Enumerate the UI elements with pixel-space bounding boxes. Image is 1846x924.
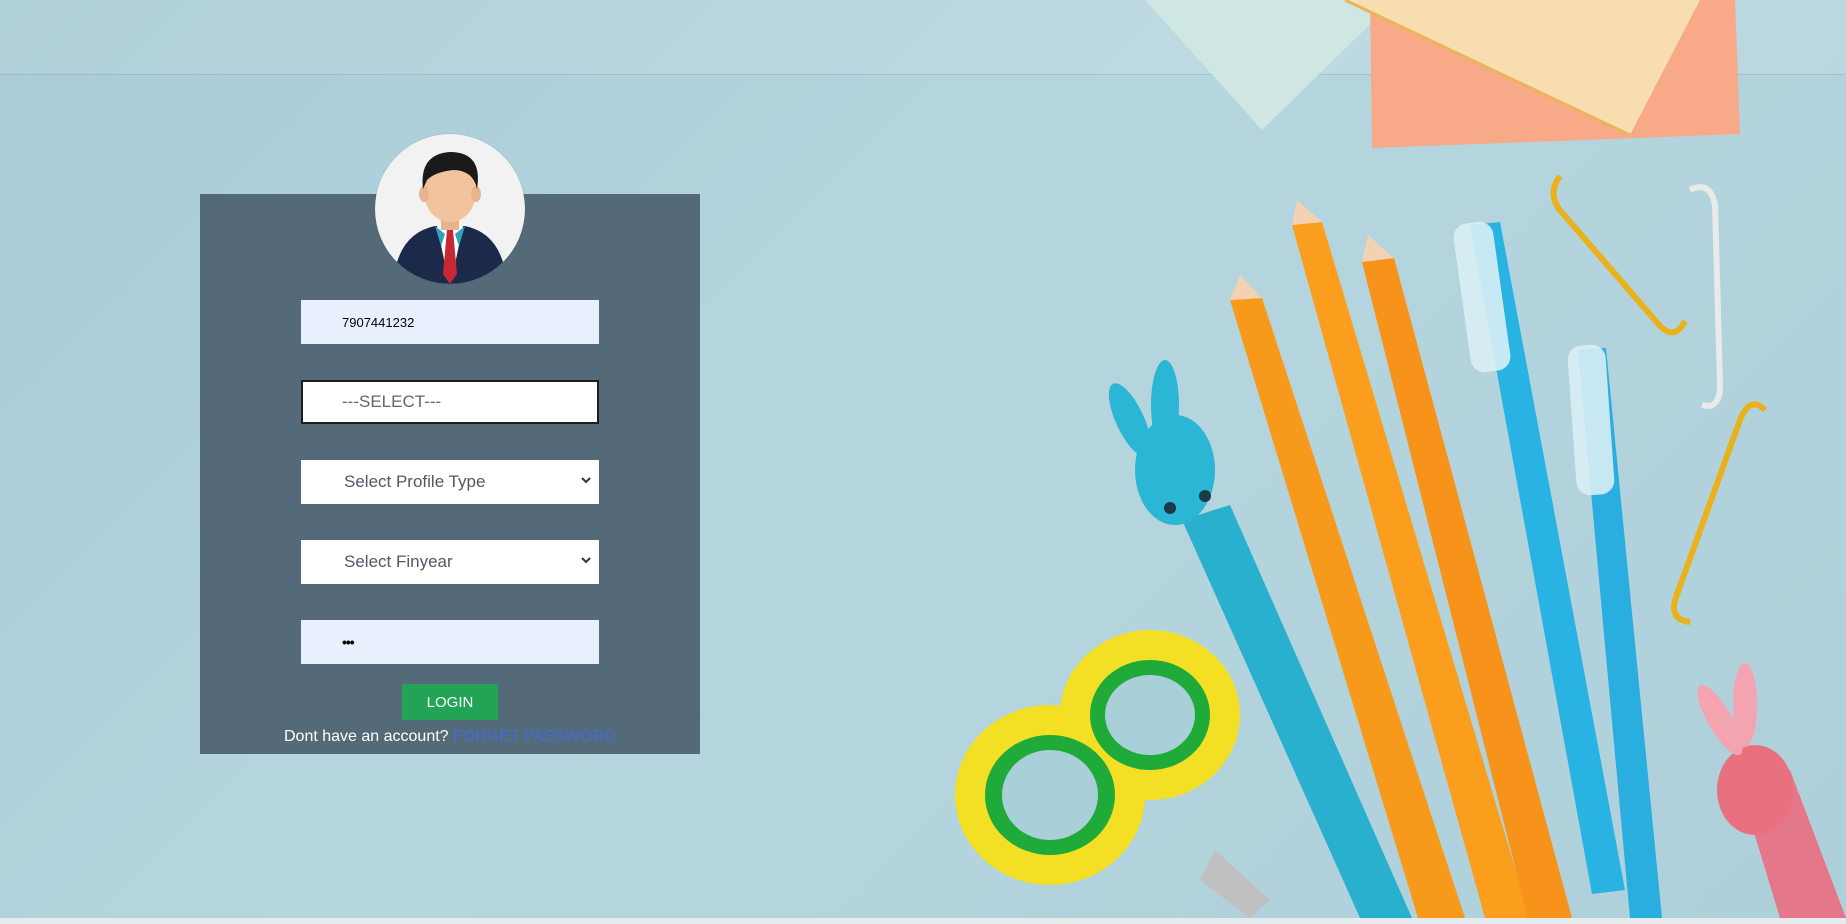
profile-type-select[interactable]: Select Profile Type (301, 460, 599, 504)
sticky-note-mint (1145, 0, 1395, 130)
username-value: 7907441232 (342, 314, 415, 330)
profile-type-select-value: Select Profile Type (344, 472, 486, 491)
bunny-ruler-pink (1697, 663, 1846, 918)
password-masked-value: ••• (342, 634, 355, 650)
finyear-select-value: Select Finyear (344, 552, 453, 571)
login-button[interactable]: LOGIN (402, 684, 498, 720)
forget-password-link[interactable]: FORGET PASSWORD (453, 728, 616, 745)
paperclip-white (1688, 184, 1724, 409)
password-field[interactable]: ••• (301, 620, 599, 664)
yellow-green-scissors (955, 630, 1270, 918)
finyear-select[interactable]: Select Finyear (301, 540, 599, 584)
paperclip-yellow-right (1671, 401, 1768, 625)
businessman-avatar-icon (375, 134, 525, 284)
username-field[interactable]: 7907441232 (301, 300, 599, 344)
chevron-down-icon (581, 477, 591, 484)
organization-select[interactable]: ---SELECT--- (301, 380, 599, 424)
bottom-strip (0, 918, 1846, 924)
chevron-down-icon (581, 557, 591, 564)
organization-select-value: ---SELECT--- (342, 392, 442, 411)
signup-prompt: Dont have an account? FORGET PASSWORD (200, 728, 700, 746)
paperclip-yellow-top (1550, 174, 1688, 336)
no-account-text: Dont have an account? (284, 728, 449, 745)
